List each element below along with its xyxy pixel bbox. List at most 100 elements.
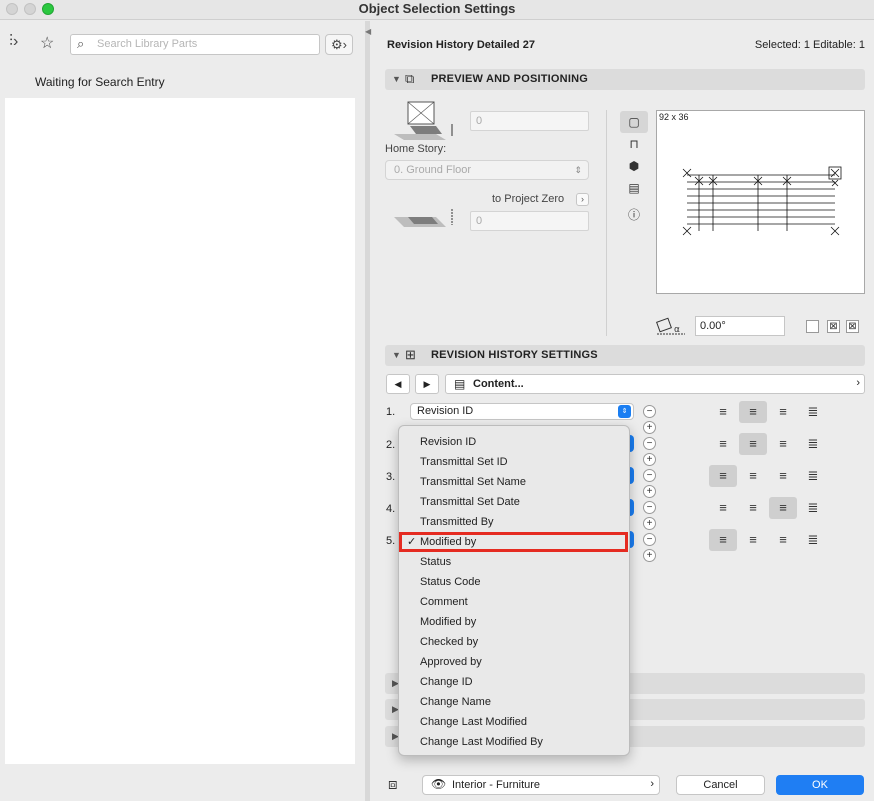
elevation-input[interactable]: 0 [470, 111, 589, 131]
dropdown-item[interactable]: Transmittal Set ID [399, 452, 629, 472]
plan-view-button[interactable]: ▢ [620, 111, 648, 133]
align-right-button[interactable]: ≡ [769, 465, 797, 487]
align-justify-button[interactable]: ≣ [799, 529, 827, 551]
settings-gear-button[interactable]: ⚙› [325, 34, 353, 55]
align-center-button[interactable]: ≡ [739, 497, 767, 519]
revision-history-icon: ⊞ [405, 347, 416, 362]
content-page-select[interactable]: ▤ Content... › [445, 374, 865, 394]
minus-icon: − [646, 470, 653, 481]
row-1-field-select[interactable]: Revision ID ⇕ [410, 403, 634, 420]
plus-icon: + [646, 422, 653, 433]
remove-row-button[interactable]: − [643, 437, 656, 450]
align-right-button[interactable]: ≡ [769, 497, 797, 519]
add-row-button[interactable]: + [643, 453, 656, 466]
prev-page-button[interactable]: ◀ [386, 374, 410, 394]
library-results-list[interactable] [5, 98, 355, 764]
mirror-y-icon[interactable]: ⊠ [846, 320, 859, 333]
dropdown-item-label: Approved by [420, 656, 482, 668]
dropdown-item[interactable]: Checked by [399, 632, 629, 652]
dropdown-item[interactable]: Transmittal Set Date [399, 492, 629, 512]
dropdown-item[interactable]: Change Last Modified [399, 712, 629, 732]
dropdown-item[interactable]: ✓ Modified by [399, 532, 628, 552]
align-left-button[interactable]: ≡ [709, 465, 737, 487]
home-story-select[interactable]: 0. Ground Floor ⇕ [385, 160, 589, 180]
reference-chevron-button[interactable]: › [576, 193, 589, 206]
to-project-zero-label: to Project Zero [492, 193, 565, 205]
align-center-button[interactable]: ≡ [739, 433, 767, 455]
dropdown-item[interactable]: Change Last Modified By [399, 732, 629, 752]
list-view-button[interactable]: ▤ [620, 181, 648, 195]
minus-icon: − [646, 438, 653, 449]
add-row-button[interactable]: + [643, 517, 656, 530]
preview-section-header[interactable]: ▼ ⧉ PREVIEW AND POSITIONING [385, 69, 865, 90]
section-view-button[interactable]: ⊓ [620, 137, 648, 151]
dropdown-item[interactable]: Revision ID [399, 432, 629, 452]
cube-icon: ⬢ [628, 159, 640, 173]
align-left-button[interactable]: ≡ [709, 433, 737, 455]
dropdown-item[interactable]: Status Code [399, 572, 629, 592]
revision-section-header[interactable]: ▼ ⊞ REVISION HISTORY SETTINGS [385, 345, 865, 366]
align-center-button[interactable]: ≡ [739, 529, 767, 551]
dropdown-item[interactable]: Approved by [399, 652, 629, 672]
dropdown-item[interactable]: Transmittal Set Name [399, 472, 629, 492]
layer-select[interactable]: 👁 Interior - Furniture › [422, 775, 660, 795]
align-center-icon: ≡ [749, 532, 757, 547]
dropdown-item-label: Revision ID [420, 436, 477, 448]
library-tree-icon[interactable]: ⫶› [9, 33, 18, 51]
align-right-button[interactable]: ≡ [769, 529, 797, 551]
align-right-icon: ≡ [779, 436, 787, 451]
add-row-button[interactable]: + [643, 421, 656, 434]
align-justify-icon: ≣ [807, 404, 819, 419]
add-row-button[interactable]: + [643, 549, 656, 562]
dropdown-item[interactable]: Change Name [399, 692, 629, 712]
favorites-star-icon[interactable]: ☆ [40, 33, 54, 53]
add-row-button[interactable]: + [643, 485, 656, 498]
remove-row-button[interactable]: − [643, 501, 656, 514]
align-center-button[interactable]: ≡ [739, 401, 767, 423]
next-page-button[interactable]: ▶ [415, 374, 439, 394]
align-center-button[interactable]: ≡ [739, 465, 767, 487]
plan-view-icon: ▢ [628, 115, 640, 129]
align-right-button[interactable]: ≡ [769, 401, 797, 423]
gear-icon: ⚙› [331, 37, 347, 52]
cancel-button[interactable]: Cancel [676, 775, 765, 795]
remove-row-button[interactable]: − [643, 533, 656, 546]
preview-canvas: 92 x 36 [656, 110, 865, 294]
home-story-value: 0. Ground Floor [394, 164, 472, 176]
project-zero-input[interactable]: 0 [470, 211, 589, 231]
align-left-button[interactable]: ≡ [709, 497, 737, 519]
ok-button[interactable]: OK [776, 775, 864, 795]
align-justify-button[interactable]: ≣ [799, 433, 827, 455]
align-left-button[interactable]: ≡ [709, 529, 737, 551]
layer-value: Interior - Furniture [452, 779, 541, 791]
align-justify-button[interactable]: ≣ [799, 401, 827, 423]
info-icon: ⓘ [627, 208, 640, 222]
dropdown-item[interactable]: Modified by [399, 612, 629, 632]
align-center-icon: ≡ [749, 436, 757, 451]
dropdown-item[interactable]: Transmitted By [399, 512, 629, 532]
align-justify-button[interactable]: ≣ [799, 497, 827, 519]
plus-icon: + [646, 518, 653, 529]
remove-row-button[interactable]: − [643, 405, 656, 418]
info-button[interactable]: ⓘ [620, 206, 648, 223]
align-left-button[interactable]: ≡ [709, 401, 737, 423]
mirror-checkbox[interactable] [806, 320, 819, 333]
align-right-button[interactable]: ≡ [769, 433, 797, 455]
3d-view-button[interactable]: ⬢ [620, 159, 648, 173]
dropdown-item[interactable]: Change ID [399, 672, 629, 692]
row-1-field-value: Revision ID [417, 405, 474, 417]
dropdown-item[interactable]: Status [399, 552, 629, 572]
mirror-x-icon[interactable]: ⊠ [827, 320, 840, 333]
dropdown-item[interactable]: Comment [399, 592, 629, 612]
search-placeholder: Search Library Parts [97, 38, 198, 50]
elevation-graphic-icon [394, 101, 453, 140]
remove-row-button[interactable]: − [643, 469, 656, 482]
align-left-icon: ≡ [719, 436, 727, 451]
align-justify-icon: ≣ [807, 436, 819, 451]
vertical-divider [606, 110, 607, 336]
search-input[interactable]: ⌕ Search Library Parts [70, 34, 320, 55]
align-justify-icon: ≣ [807, 500, 819, 515]
plus-icon: + [646, 550, 653, 561]
rotation-angle-input[interactable]: 0.00° [695, 316, 785, 336]
align-justify-button[interactable]: ≣ [799, 465, 827, 487]
